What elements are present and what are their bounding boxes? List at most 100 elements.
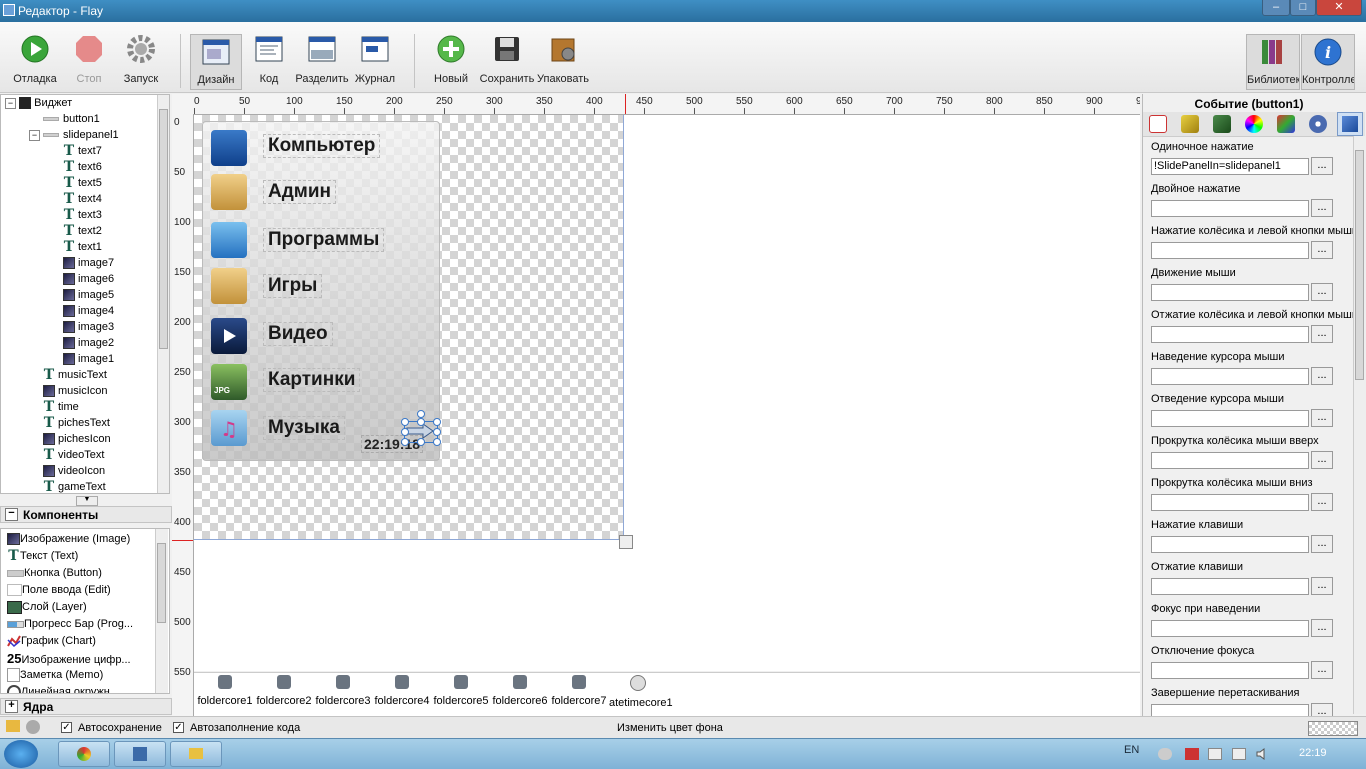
taskbar-browser[interactable] [58, 741, 110, 767]
comp-edit[interactable]: Поле ввода (Edit) [7, 582, 111, 599]
tree-scrollbar[interactable] [157, 95, 169, 493]
calendar-icon[interactable] [1149, 115, 1167, 133]
menu-item-pictures[interactable]: Картинки [263, 368, 361, 392]
event-browse-button[interactable]: ... [1311, 493, 1333, 511]
resize-handle[interactable] [433, 438, 441, 446]
resize-handle[interactable] [433, 428, 441, 436]
resize-handle[interactable] [401, 418, 409, 426]
event-input[interactable] [1151, 452, 1309, 469]
tree-item[interactable]: Ttext4 [63, 191, 102, 207]
event-browse-button[interactable]: ... [1311, 199, 1333, 217]
code-button[interactable]: Код [244, 32, 294, 92]
tray-toggle-icon[interactable] [1158, 748, 1172, 760]
tree-item[interactable]: image1 [63, 351, 114, 367]
event-input[interactable] [1151, 200, 1309, 217]
core-component[interactable]: atetimecore1 [609, 675, 673, 709]
event-input[interactable] [1151, 662, 1309, 679]
event-browse-button[interactable]: ... [1311, 325, 1333, 343]
tree-root[interactable]: − Виджет [5, 95, 72, 111]
comp-image[interactable]: Изображение (Image) [7, 531, 130, 548]
core-component[interactable]: foldercore7 [550, 675, 608, 707]
core-component[interactable]: foldercore6 [491, 675, 549, 707]
tree-item[interactable]: image7 [63, 255, 114, 271]
tray-alert-icon[interactable] [1185, 748, 1199, 760]
menu-item-games[interactable]: Игры [263, 274, 323, 298]
event-input[interactable] [1151, 368, 1309, 385]
clock[interactable]: 22:19 [1299, 747, 1327, 759]
language-indicator[interactable]: EN [1124, 744, 1139, 756]
tree-scroll-thumb[interactable] [159, 109, 168, 349]
components-scrollbar[interactable] [155, 529, 168, 693]
cube-icon[interactable] [1277, 115, 1295, 133]
pictures-icon[interactable]: JPG [211, 364, 247, 400]
minimize-button[interactable]: – [1262, 0, 1290, 16]
comp-text[interactable]: TТекст (Text) [7, 548, 78, 565]
taskbar-editor[interactable] [114, 741, 166, 767]
tree-item[interactable]: image4 [63, 303, 114, 319]
event-input[interactable] [1151, 494, 1309, 511]
event-browse-button[interactable]: ... [1311, 283, 1333, 301]
tree-item[interactable]: Ttext3 [63, 207, 102, 223]
tree-item[interactable]: TpichesText [43, 415, 110, 431]
bg-color-swatch[interactable] [1308, 721, 1358, 736]
comp-layer[interactable]: Слой (Layer) [7, 599, 87, 616]
new-button[interactable]: Новый [424, 32, 478, 92]
computer-icon[interactable] [211, 130, 247, 166]
change-bg-label[interactable]: Изменить цвет фона [617, 722, 723, 734]
event-input[interactable]: !SlidePanelIn=slidepanel1 [1151, 158, 1309, 175]
comp-progress[interactable]: Прогресс Бар (Prog... [7, 616, 133, 633]
tree-item[interactable]: image3 [63, 319, 114, 335]
tree-item[interactable]: image5 [63, 287, 114, 303]
event-panel-scrollbar[interactable] [1353, 136, 1366, 714]
resize-handle[interactable] [417, 418, 425, 426]
menu-item-video[interactable]: Видео [263, 322, 333, 346]
slide-button-selected[interactable] [401, 410, 441, 446]
comp-button[interactable]: Кнопка (Button) [7, 565, 102, 582]
library-button[interactable]: Библиотека [1246, 34, 1300, 90]
tree-item[interactable]: TmusicText [43, 367, 107, 383]
event-browse-button[interactable]: ... [1311, 241, 1333, 259]
event-input[interactable] [1151, 242, 1309, 259]
tree-item[interactable]: button1 [43, 111, 100, 127]
event-browse-button[interactable]: ... [1311, 661, 1333, 679]
resize-handle[interactable] [401, 428, 409, 436]
tree-item[interactable]: Ttime [43, 399, 79, 415]
core-component[interactable]: foldercore2 [255, 675, 313, 707]
slidepanel[interactable]: Компьютер Админ Программы Игры Видео JPG… [202, 121, 441, 461]
event-input[interactable] [1151, 578, 1309, 595]
run-button[interactable]: Запуск [116, 32, 166, 92]
speaker-icon[interactable] [1256, 748, 1270, 760]
color-wheel-icon[interactable] [1245, 115, 1263, 133]
taskbar-explorer[interactable] [170, 741, 222, 767]
event-input[interactable] [1151, 326, 1309, 343]
autosave-checkbox[interactable]: ✓ [61, 722, 72, 733]
canvas-resize-grip[interactable] [619, 535, 633, 549]
event-browse-button[interactable]: ... [1311, 577, 1333, 595]
event-browse-button[interactable]: ... [1311, 619, 1333, 637]
settings-icon[interactable] [1309, 115, 1327, 133]
tree-item[interactable]: − slidepanel1 [29, 127, 119, 143]
menu-item-programs[interactable]: Программы [263, 228, 385, 252]
design-button[interactable]: Дизайн [190, 34, 242, 90]
widget-area[interactable]: Компьютер Админ Программы Игры Видео JPG… [194, 115, 624, 540]
core-component[interactable]: foldercore1 [196, 675, 254, 707]
tree-item[interactable]: TgameText [43, 479, 106, 493]
shapes-icon[interactable] [1213, 115, 1231, 133]
event-browse-button[interactable]: ... [1311, 535, 1333, 553]
collapse-toggle[interactable]: − [29, 130, 40, 141]
event-browse-button[interactable]: ... [1311, 451, 1333, 469]
controllers-button[interactable]: i Контроллеры [1301, 34, 1355, 90]
tree-item[interactable]: musicIcon [43, 383, 108, 399]
tree-item[interactable]: Ttext7 [63, 143, 102, 159]
comp-digit-image[interactable]: 25Изображение цифр... [7, 650, 131, 667]
comp-chart[interactable]: График (Chart) [7, 633, 96, 650]
autocomplete-checkbox[interactable]: ✓ [173, 722, 184, 733]
close-button[interactable]: ✕ [1316, 0, 1362, 16]
tree-item[interactable]: image2 [63, 335, 114, 351]
tree-item[interactable]: TvideoText [43, 447, 105, 463]
event-input[interactable] [1151, 284, 1309, 301]
menu-item-admin[interactable]: Админ [263, 180, 336, 204]
core-component[interactable]: foldercore3 [314, 675, 372, 707]
event-browse-button[interactable]: ... [1311, 157, 1333, 175]
event-scroll-thumb[interactable] [1355, 150, 1364, 380]
